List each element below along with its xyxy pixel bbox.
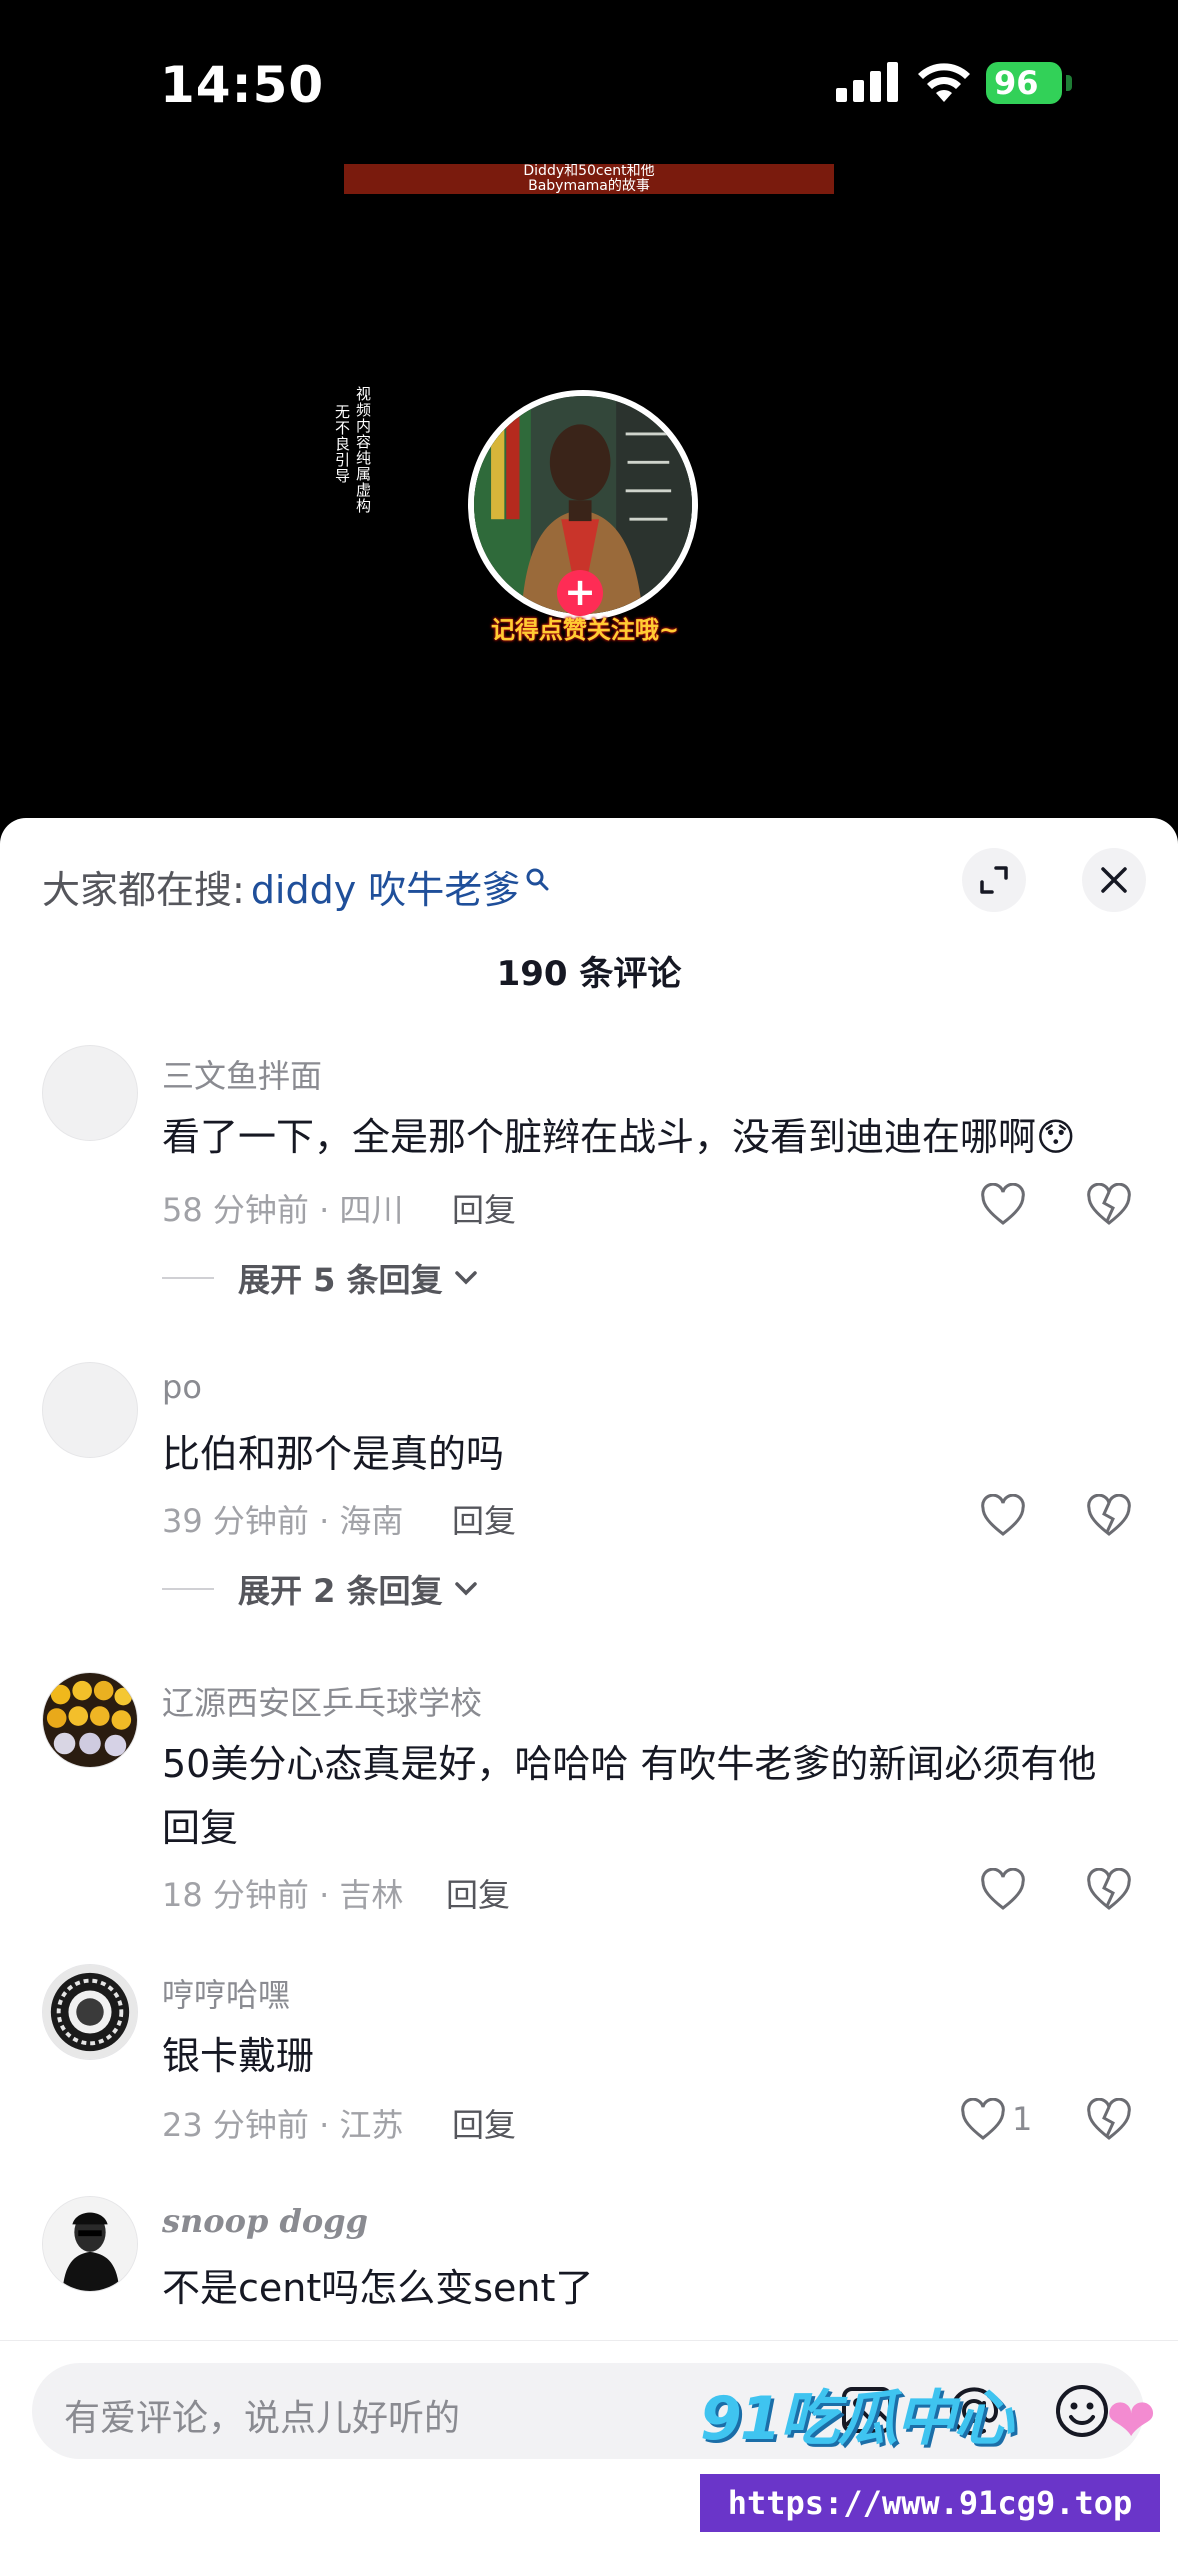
banner-line-1: Diddy和50cent和他 xyxy=(523,164,655,179)
video-player[interactable]: Diddy和50cent和他 Babymama的故事 视频内容纯属虚构 无不良引… xyxy=(0,160,1178,820)
reply-button[interactable]: 回复 xyxy=(446,1870,510,1916)
comment-meta: 18 分钟前 · 吉林 xyxy=(162,1876,404,1914)
chevron-down-icon xyxy=(454,1271,477,1285)
divider-line xyxy=(162,1277,214,1279)
heart-icon[interactable] xyxy=(960,2098,1006,2142)
chevron-down-icon xyxy=(454,1582,477,1596)
heart-decoration-icon: ❤ xyxy=(1106,2386,1157,2456)
comment-text: 银卡戴珊 xyxy=(162,2034,315,2078)
heart-icon[interactable] xyxy=(980,1494,1026,1538)
banner-line-2: Babymama的故事 xyxy=(528,178,650,194)
comment-avatar[interactable] xyxy=(42,1362,138,1458)
expand-replies-button[interactable]: 展开 2 条回复 xyxy=(162,1566,479,1612)
comment-username[interactable]: 辽源西安区乒乓球学校 xyxy=(162,1678,482,1724)
expand-replies-button[interactable]: 展开 5 条回复 xyxy=(162,1255,479,1301)
comment-avatar[interactable] xyxy=(42,1964,138,2060)
dislike-icon[interactable] xyxy=(1086,2098,1132,2142)
comment-username[interactable]: 哼哼哈嘿 xyxy=(162,1970,290,2016)
site-watermark: 91吃瓜中心 ❤ https://www.91cg9.top xyxy=(686,2370,1178,2560)
comment-avatar[interactable] xyxy=(42,1045,138,1141)
like-count: 1 xyxy=(1012,2100,1033,2138)
reply-button[interactable]: 回复 xyxy=(452,1496,516,1542)
watermark-url: https://www.91cg9.top xyxy=(700,2474,1160,2532)
comment-item: 哼哼哈嘿 银卡戴珊 23 分钟前 · 江苏 回复 1 xyxy=(0,1964,1178,2164)
signal-icon xyxy=(836,62,898,102)
divider-line xyxy=(162,1588,214,1590)
watermark-logo: 91吃瓜中心 xyxy=(700,2384,1013,2454)
search-icon xyxy=(526,868,549,891)
dislike-icon[interactable] xyxy=(1086,1868,1132,1912)
avatar-image xyxy=(43,1965,137,2059)
comment-item: 辽源西安区乒乓球学校 50美分心态真是好，哈哈哈 有吹牛老爹的新闻必须有他回复 … xyxy=(0,1672,1178,1932)
heart-icon[interactable] xyxy=(980,1868,1026,1912)
battery-tip xyxy=(1066,75,1072,91)
status-time: 14:50 xyxy=(160,56,325,114)
trending-search[interactable]: 大家都在搜: diddy 吹牛老爹 xyxy=(42,856,550,916)
comment-text: 50美分心态真是好，哈哈哈 有吹牛老爹的新闻必须有他回复 xyxy=(162,1742,1097,1850)
heart-icon[interactable] xyxy=(980,1183,1026,1227)
comment-count: 190 条评论 xyxy=(496,954,682,994)
close-sheet-button[interactable] xyxy=(1082,848,1146,912)
expand-replies-label: 展开 2 条回复 xyxy=(238,1572,443,1610)
comment-username[interactable]: 三文鱼拌面 xyxy=(162,1051,322,1097)
dislike-icon[interactable] xyxy=(1086,1183,1132,1227)
video-top-banner: Diddy和50cent和他 Babymama的故事 xyxy=(344,164,834,194)
avatar-image xyxy=(43,1673,137,1767)
comment-item: po 比伯和那个是真的吗 39 分钟前 · 海南 回复 展开 2 条回复 xyxy=(0,1362,1178,1610)
comment-item: 三文鱼拌面 看了一下，全是那个脏辫在战斗，没看到迪迪在哪啊😯 58 分钟前 · … xyxy=(0,1045,1178,1299)
disclaimer-line-2: 无不良引导 xyxy=(333,404,351,484)
reply-button[interactable]: 回复 xyxy=(452,1185,516,1231)
expand-icon xyxy=(980,866,1008,894)
comment-avatar[interactable] xyxy=(42,1672,138,1768)
comment-username[interactable]: po xyxy=(162,1368,202,1406)
video-disclaimer: 视频内容纯属虚构 无不良引导 xyxy=(333,386,374,514)
comment-meta: 39 分钟前 · 海南 xyxy=(162,1502,404,1540)
expand-sheet-button[interactable] xyxy=(962,848,1026,912)
close-icon xyxy=(1101,867,1127,893)
avatar-image xyxy=(43,2197,137,2291)
comment-input-placeholder: 有爱评论，说点儿好听的 xyxy=(64,2398,461,2439)
comment-username[interactable]: snoop dogg xyxy=(162,2202,368,2240)
battery-indicator: 96 xyxy=(986,62,1062,104)
comment-avatar[interactable] xyxy=(42,2196,138,2292)
disclaimer-line-1: 视频内容纯属虚构 xyxy=(354,386,372,514)
expand-replies-label: 展开 5 条回复 xyxy=(238,1261,443,1299)
comment-item: snoop dogg 不是cent吗怎么变sent了 xyxy=(0,2196,1178,2346)
comment-meta: 23 分钟前 · 江苏 xyxy=(162,2106,404,2144)
dislike-icon[interactable] xyxy=(1086,1494,1132,1538)
status-bar: 14:50 96 xyxy=(0,0,1178,170)
comment-text: 不是cent吗怎么变sent了 xyxy=(162,2266,594,2310)
trending-search-term[interactable]: diddy 吹牛老爹 xyxy=(251,859,521,914)
trending-search-prefix: 大家都在搜: xyxy=(42,867,245,912)
reply-button[interactable]: 回复 xyxy=(452,2100,516,2146)
comment-sheet: 大家都在搜: diddy 吹牛老爹 190 条评论 三文鱼拌面 看了一下，全是那… xyxy=(0,818,1178,2560)
follow-caption: 记得点赞关注哦~ xyxy=(490,616,680,644)
comment-text: 看了一下，全是那个脏辫在战斗，没看到迪迪在哪啊😯 xyxy=(162,1115,1076,1159)
wifi-icon xyxy=(918,63,970,102)
comment-meta: 58 分钟前 · 四川 xyxy=(162,1191,404,1229)
comment-text: 比伯和那个是真的吗 xyxy=(162,1432,505,1476)
